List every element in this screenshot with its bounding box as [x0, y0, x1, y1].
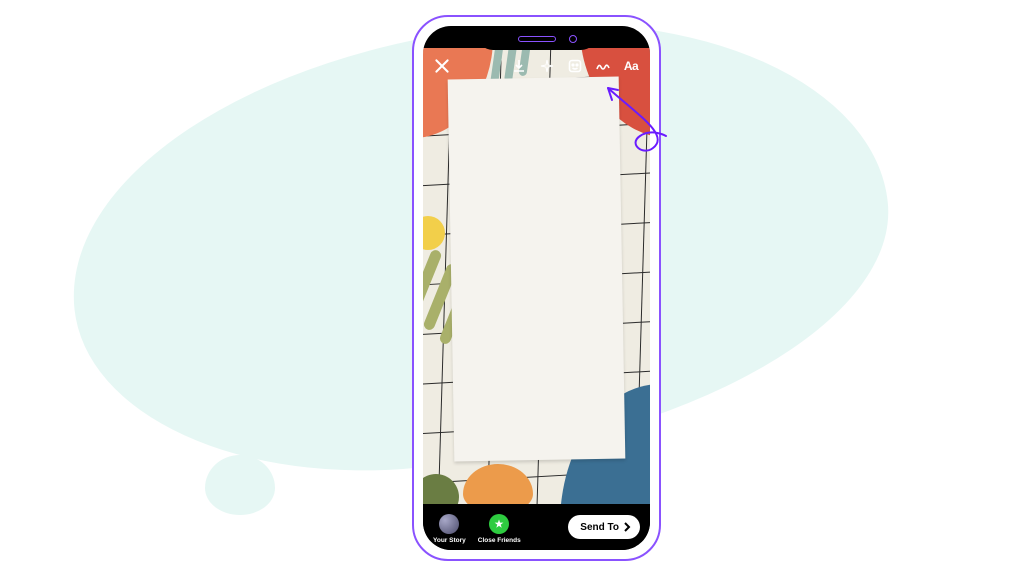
- phone-speaker: [518, 36, 556, 42]
- story-bottom-bar: Your Story Close Friends Send To: [423, 504, 650, 550]
- your-story-button[interactable]: Your Story: [433, 514, 466, 544]
- your-story-label: Your Story: [433, 537, 466, 544]
- close-friends-button[interactable]: Close Friends: [478, 514, 521, 544]
- sticker-icon: [567, 58, 583, 74]
- phone-camera: [569, 35, 577, 43]
- download-icon: [511, 58, 527, 74]
- send-to-button[interactable]: Send To: [568, 515, 640, 539]
- close-icon: [433, 57, 451, 75]
- effects-button[interactable]: [538, 57, 556, 75]
- phone-frame: Aa Your Story Close Friends: [412, 15, 661, 561]
- sparkle-icon: [539, 58, 555, 74]
- text-button[interactable]: Aa: [622, 57, 640, 75]
- story-editor-canvas[interactable]: Aa: [423, 48, 650, 504]
- download-button[interactable]: [510, 57, 528, 75]
- scribble-icon: [595, 58, 611, 74]
- share-targets: Your Story Close Friends: [433, 510, 521, 544]
- phone-notch: [477, 26, 597, 50]
- background-blob-small: [205, 455, 275, 515]
- chevron-right-icon: [622, 522, 632, 532]
- text-icon: Aa: [624, 59, 638, 73]
- close-button[interactable]: [433, 57, 451, 75]
- story-top-toolbar: Aa: [423, 52, 650, 80]
- close-friends-label: Close Friends: [478, 537, 521, 544]
- close-friends-icon: [489, 514, 509, 534]
- sticker-button[interactable]: [566, 57, 584, 75]
- avatar-icon: [439, 514, 459, 534]
- draw-button[interactable]: [594, 57, 612, 75]
- phone-screen: Aa Your Story Close Friends: [423, 26, 650, 550]
- pasted-paper-overlay[interactable]: [448, 77, 626, 462]
- story-tools-group: Aa: [510, 57, 640, 75]
- illustration-stage: Aa Your Story Close Friends: [0, 0, 1024, 576]
- send-to-label: Send To: [580, 522, 619, 533]
